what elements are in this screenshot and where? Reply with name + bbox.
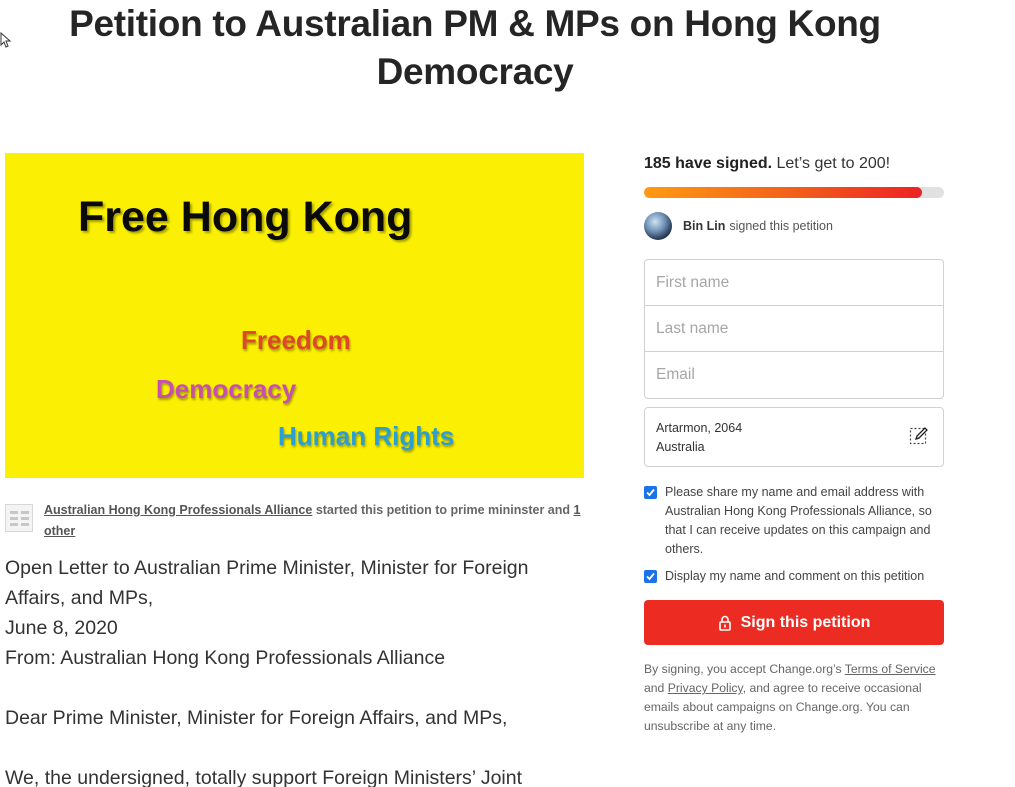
share-details-option: Please share my name and email address w… xyxy=(644,483,944,559)
hero-title: Free Hong Kong xyxy=(78,193,413,241)
petition-body: Open Letter to Australian Prime Minister… xyxy=(5,553,585,787)
legal-text: By signing, you accept Change.org’s xyxy=(644,662,845,676)
email-input[interactable] xyxy=(645,352,943,398)
share-details-label: Please share my name and email address w… xyxy=(665,485,932,556)
recent-signer: Bin Lin signed this petition xyxy=(644,212,833,240)
display-name-label: Display my name and comment on this peti… xyxy=(665,569,925,583)
petition-starter: Australian Hong Kong Professionals Allia… xyxy=(5,500,585,542)
sign-petition-button[interactable]: Sign this petition xyxy=(644,600,944,645)
signature-form xyxy=(644,259,944,399)
signature-progress-bar xyxy=(644,187,944,198)
petition-image: Free Hong Kong Freedom Democracy Human R… xyxy=(5,153,584,478)
hero-word-democracy: Democracy xyxy=(156,374,297,404)
location-field[interactable]: Artarmon, 2064 Australia xyxy=(644,407,944,467)
privacy-policy-link[interactable]: Privacy Policy xyxy=(668,681,743,695)
hero-word-human-rights: Human Rights xyxy=(278,421,455,451)
edit-location-icon[interactable] xyxy=(909,426,929,446)
location-country: Australia xyxy=(656,440,705,454)
starter-text: started this petition to prime mininster… xyxy=(312,503,574,517)
signature-count: 185 have signed. Let’s get to 200! xyxy=(644,155,890,173)
body-line: We, the undersigned, totally support For… xyxy=(5,767,523,787)
share-details-checkbox[interactable] xyxy=(644,486,657,499)
sign-petition-label: Sign this petition xyxy=(740,613,871,631)
body-line: June 8, 2020 xyxy=(5,617,118,639)
hero-word-freedom: Freedom xyxy=(241,325,351,355)
location-city: Artarmon, 2064 xyxy=(656,421,743,435)
starter-org-link[interactable]: Australian Hong Kong Professionals Allia… xyxy=(44,503,312,517)
display-name-checkbox[interactable] xyxy=(644,570,657,583)
terms-of-service-link[interactable]: Terms of Service xyxy=(845,662,936,676)
legal-notice: By signing, you accept Change.org’s Term… xyxy=(644,660,944,736)
organization-avatar-icon xyxy=(5,504,33,532)
body-line: Open Letter to Australian Prime Minister… xyxy=(5,557,529,609)
last-name-input[interactable] xyxy=(645,306,943,351)
body-line: From: Australian Hong Kong Professionals… xyxy=(5,647,446,669)
avatar xyxy=(644,212,672,240)
legal-text: and xyxy=(644,681,668,695)
lock-icon xyxy=(718,615,731,631)
signature-goal: Let’s get to 200! xyxy=(772,155,891,172)
body-line: Dear Prime Minister, Minister for Foreig… xyxy=(5,707,508,729)
page-title: Petition to Australian PM & MPs on Hong … xyxy=(69,3,881,92)
recent-signer-action: signed this petition xyxy=(729,219,833,233)
first-name-input[interactable] xyxy=(645,260,943,305)
signature-count-number: 185 have signed. xyxy=(644,155,773,172)
recent-signer-name: Bin Lin xyxy=(683,219,726,233)
progress-fill xyxy=(644,187,922,198)
display-name-option: Display my name and comment on this peti… xyxy=(644,567,944,586)
